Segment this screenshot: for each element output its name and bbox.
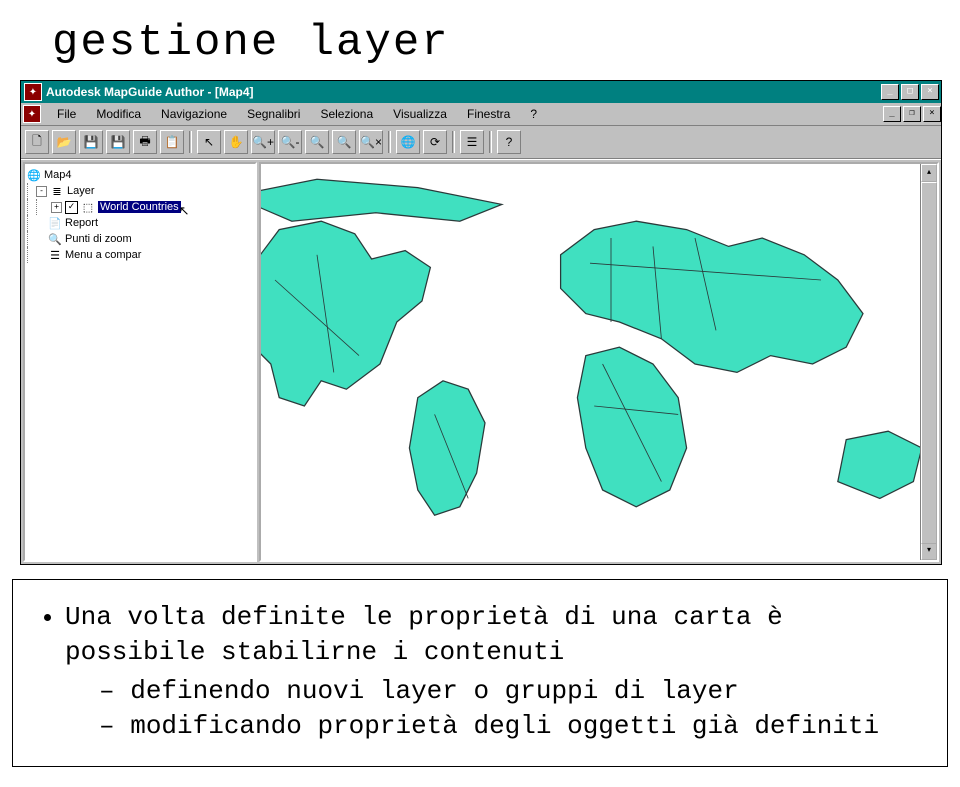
workspace: 🌐 Map4 - ≣ Layer + ✓ ⬚ World Countries ↖ bbox=[21, 159, 941, 564]
refresh-icon[interactable]: ⟳ bbox=[423, 130, 447, 154]
pointer-icon[interactable]: ↖ bbox=[197, 130, 221, 154]
menu-seleziona[interactable]: Seleziona bbox=[310, 104, 383, 124]
tree-panel: 🌐 Map4 - ≣ Layer + ✓ ⬚ World Countries ↖ bbox=[23, 162, 257, 562]
layer-icon: ⬚ bbox=[81, 200, 95, 214]
app-window: ✦ Autodesk MapGuide Author - [Map4] _ □ … bbox=[20, 80, 942, 565]
scroll-thumb[interactable] bbox=[921, 182, 937, 544]
tree-item-zoom[interactable]: 🔍 Punti di zoom bbox=[27, 231, 253, 247]
toolbar: 🗋 📂 💾 💾 🖶 📋 ↖ ✋ 🔍+ 🔍- 🔍 🔍 🔍× 🌐 ⟳ ☰ ? bbox=[21, 126, 941, 159]
caption-sub1: definendo nuovi layer o gruppi di layer bbox=[99, 674, 921, 709]
globe-icon: 🌐 bbox=[27, 168, 41, 182]
titlebar: ✦ Autodesk MapGuide Author - [Map4] _ □ … bbox=[21, 81, 941, 103]
close-button[interactable]: × bbox=[921, 84, 939, 100]
zoom-point-icon: 🔍 bbox=[48, 232, 62, 246]
toolbar-separator bbox=[189, 131, 192, 153]
menu-help[interactable]: ? bbox=[520, 104, 547, 124]
collapse-icon[interactable]: - bbox=[36, 186, 47, 197]
menu-visualizza[interactable]: Visualizza bbox=[383, 104, 457, 124]
vertical-scrollbar[interactable]: ▴ ▾ bbox=[920, 164, 937, 560]
menu-segnalibri[interactable]: Segnalibri bbox=[237, 104, 310, 124]
layers-icon: ≣ bbox=[50, 184, 64, 198]
maximize-button[interactable]: □ bbox=[901, 84, 919, 100]
menu-finestra[interactable]: Finestra bbox=[457, 104, 520, 124]
scroll-up-button[interactable]: ▴ bbox=[921, 164, 937, 182]
save-icon[interactable]: 💾 bbox=[79, 130, 103, 154]
child-minimize-button[interactable]: _ bbox=[883, 106, 901, 122]
scroll-down-button[interactable]: ▾ bbox=[921, 542, 937, 560]
titlebar-text: Autodesk MapGuide Author - [Map4] bbox=[46, 85, 879, 99]
context-menu: Proprietà Nuovo layer Nuovo gruppo di la… bbox=[255, 196, 257, 406]
caption-line1: Una volta definite le proprietà di una c… bbox=[65, 600, 921, 670]
open-icon[interactable]: 📂 bbox=[52, 130, 76, 154]
pan-icon[interactable]: ✋ bbox=[224, 130, 248, 154]
toolbar-separator bbox=[452, 131, 455, 153]
menubar: ✦ File Modifica Navigazione Segnalibri S… bbox=[21, 103, 941, 126]
doc-icon[interactable]: ✦ bbox=[23, 105, 41, 123]
tree-root[interactable]: 🌐 Map4 bbox=[27, 167, 253, 183]
child-window-controls: _ ❐ × bbox=[883, 106, 941, 122]
app-icon: ✦ bbox=[24, 83, 42, 101]
zoom-extents-icon[interactable]: 🔍× bbox=[359, 130, 383, 154]
map-view[interactable]: ▴ ▾ bbox=[259, 162, 939, 562]
tree-layer-item[interactable]: + ✓ ⬚ World Countries ↖ bbox=[27, 199, 253, 215]
child-restore-button[interactable]: ❐ bbox=[903, 106, 921, 122]
layer-visibility-checkbox[interactable]: ✓ bbox=[65, 201, 78, 214]
tree-layer-group[interactable]: - ≣ Layer bbox=[27, 183, 253, 199]
toolbar-separator bbox=[388, 131, 391, 153]
menu-file[interactable]: File bbox=[47, 104, 86, 124]
cursor-icon: ↖ bbox=[179, 203, 190, 219]
globe-icon[interactable]: 🌐 bbox=[396, 130, 420, 154]
zoom-in-icon[interactable]: 🔍+ bbox=[251, 130, 275, 154]
tree-item-report[interactable]: 📄 Report bbox=[27, 215, 253, 231]
copy-icon[interactable]: 📋 bbox=[160, 130, 184, 154]
toolbar-separator bbox=[489, 131, 492, 153]
zoom-window-icon[interactable]: 🔍 bbox=[305, 130, 329, 154]
tree-item-label: Menu a compar bbox=[65, 249, 141, 261]
scroll-track[interactable] bbox=[921, 182, 937, 542]
help-icon[interactable]: ? bbox=[497, 130, 521, 154]
child-close-button[interactable]: × bbox=[923, 106, 941, 122]
tree-selected-layer-label: World Countries bbox=[98, 201, 181, 213]
world-map bbox=[261, 164, 920, 560]
minimize-button[interactable]: _ bbox=[881, 84, 899, 100]
zoom-out-icon[interactable]: 🔍- bbox=[278, 130, 302, 154]
tree-item-menu[interactable]: ☰ Menu a compar bbox=[27, 247, 253, 263]
caption-sub2: modificando proprietà degli oggetti già … bbox=[99, 709, 921, 744]
expand-icon[interactable]: + bbox=[51, 202, 62, 213]
tree-layer-group-label: Layer bbox=[67, 185, 95, 197]
print-icon[interactable]: 🖶 bbox=[133, 130, 157, 154]
tree-item-label: Punti di zoom bbox=[65, 233, 132, 245]
slide-title: gestione layer bbox=[0, 0, 960, 80]
list-icon: ☰ bbox=[48, 248, 62, 262]
window-controls: _ □ × bbox=[881, 84, 939, 100]
save-all-icon[interactable]: 💾 bbox=[106, 130, 130, 154]
menu-navigazione[interactable]: Navigazione bbox=[151, 104, 237, 124]
caption: Una volta definite le proprietà di una c… bbox=[12, 579, 948, 767]
zoom-previous-icon[interactable]: 🔍 bbox=[332, 130, 356, 154]
new-icon[interactable]: 🗋 bbox=[25, 130, 49, 154]
menu-modifica[interactable]: Modifica bbox=[86, 104, 151, 124]
report-icon: 📄 bbox=[48, 216, 62, 230]
tree-root-label: Map4 bbox=[44, 169, 72, 181]
tree-item-label: Report bbox=[65, 217, 98, 229]
properties-icon[interactable]: ☰ bbox=[460, 130, 484, 154]
